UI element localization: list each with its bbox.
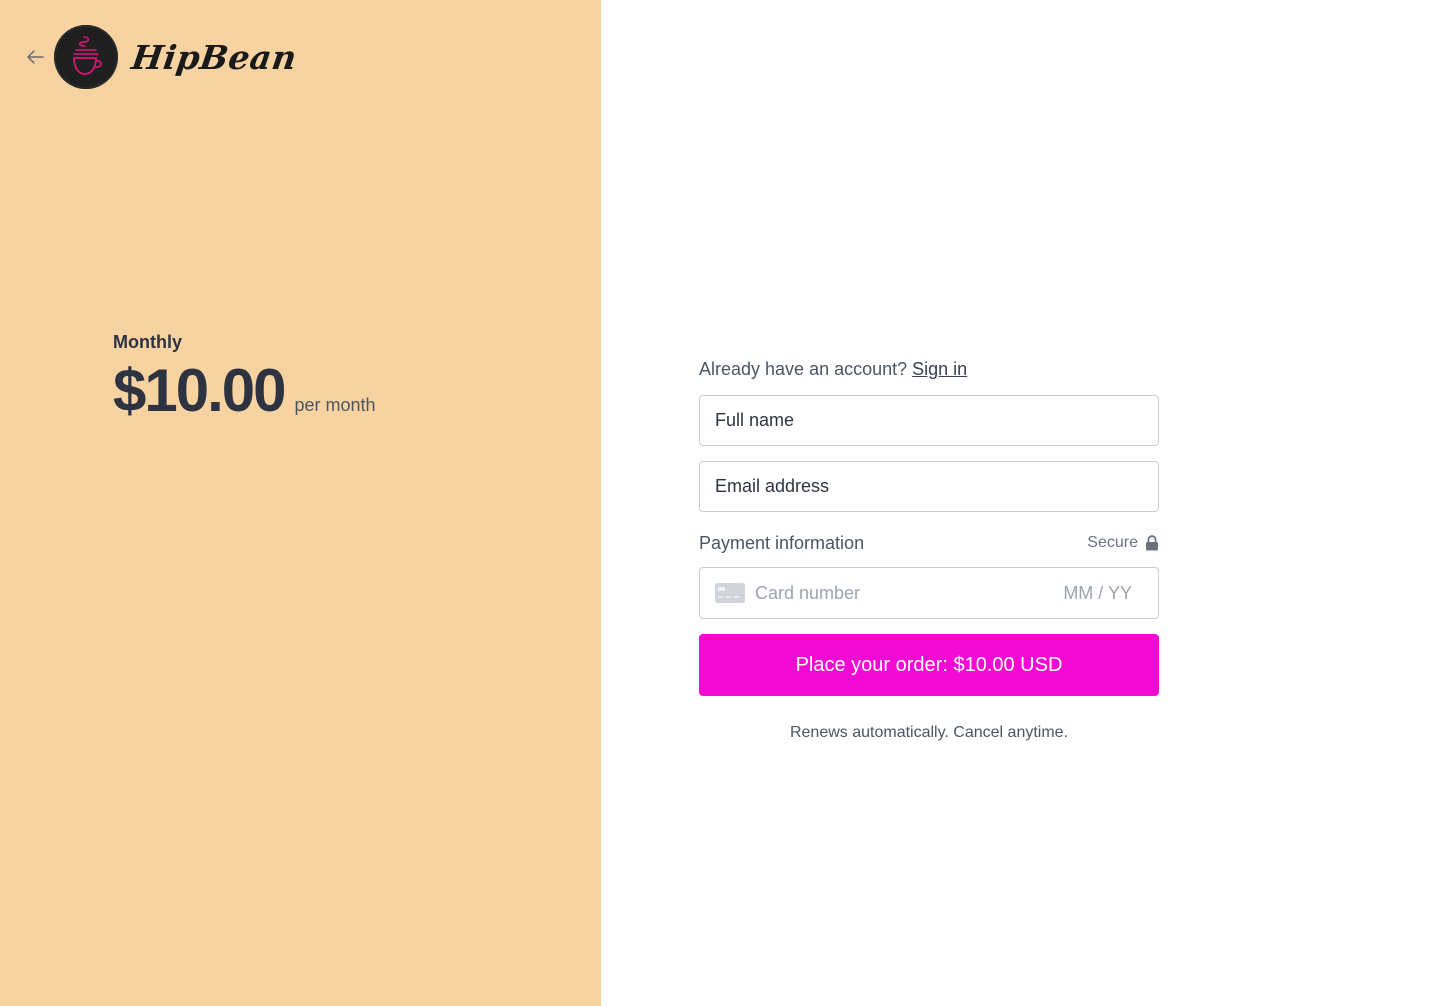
payment-header: Payment information Secure — [699, 531, 1159, 555]
full-name-field[interactable] — [699, 395, 1159, 446]
checkout-page: HipBean Monthly $10.00 per month Already… — [0, 0, 1440, 1006]
checkout-form: Already have an account? Sign in Payment… — [699, 359, 1159, 742]
plan-details: Monthly $10.00 per month — [113, 332, 376, 421]
full-name-input[interactable] — [715, 410, 1143, 431]
signin-prompt: Already have an account? — [699, 359, 913, 379]
credit-card-icon — [715, 583, 745, 603]
plan-summary-panel: HipBean Monthly $10.00 per month — [0, 0, 601, 1006]
renewal-note: Renews automatically. Cancel anytime. — [789, 724, 1069, 741]
card-number-input[interactable]: Card number — [755, 583, 1063, 604]
lock-icon — [1146, 535, 1158, 551]
signin-link[interactable]: Sign in — [912, 359, 967, 379]
secure-label: Secure — [1087, 534, 1138, 551]
plan-price: $10.00 — [113, 357, 287, 424]
secure-indicator: Secure — [1087, 534, 1159, 552]
price-row: $10.00 per month — [113, 361, 376, 421]
email-input[interactable] — [715, 476, 1143, 497]
plan-name: Monthly — [113, 332, 182, 352]
brand-wordmark[interactable]: HipBean — [129, 38, 299, 77]
place-order-button[interactable]: Place your order: $10.00 USD — [699, 634, 1159, 696]
card-expiry-input[interactable]: MM / YY — [1063, 583, 1132, 604]
checkout-form-panel: Already have an account? Sign in Payment… — [601, 0, 1440, 1006]
plan-period: per month — [294, 395, 376, 415]
coffee-cup-icon[interactable] — [54, 25, 118, 89]
card-field[interactable]: Card number MM / YY — [699, 567, 1159, 619]
email-field[interactable] — [699, 461, 1159, 512]
signin-row: Already have an account? Sign in — [699, 359, 1159, 385]
payment-label: Payment information — [699, 532, 865, 553]
arrow-left-icon[interactable] — [24, 46, 46, 68]
